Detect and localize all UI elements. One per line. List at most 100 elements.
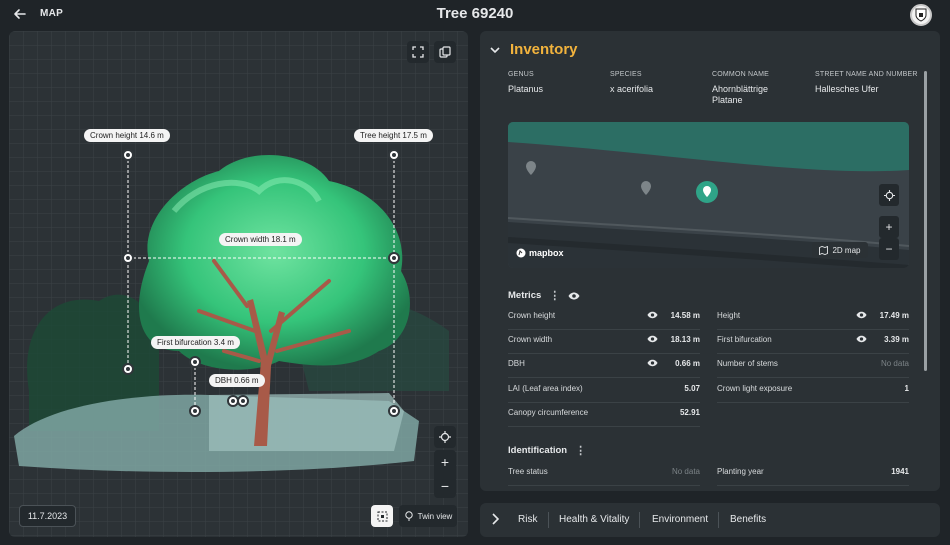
more-vertical-icon[interactable]: ⋮ xyxy=(549,289,560,302)
field-key: STREET NAME AND NUMBER xyxy=(815,71,918,78)
dbh-label[interactable]: DBH 0.66 m xyxy=(209,374,265,387)
zoom-out-button[interactable]: − xyxy=(434,474,456,498)
metric-row: Crown height 14.58 m xyxy=(508,308,700,330)
crosshair-icon xyxy=(883,189,895,201)
metric-label: Planting year xyxy=(717,467,764,476)
metrics-header: Metrics ⋮ xyxy=(508,289,580,302)
measure-point[interactable] xyxy=(122,149,134,161)
identification-title: Identification xyxy=(508,445,568,456)
top-bar: MAP Tree 69240 xyxy=(0,0,950,28)
recenter-button[interactable] xyxy=(434,426,456,448)
city-crest-logo xyxy=(910,4,932,26)
chevron-down-icon xyxy=(490,46,500,53)
metric-label: Crown light exposure xyxy=(717,383,793,393)
metric-value: 18.13 m xyxy=(670,335,700,345)
metric-label: Number of stems xyxy=(717,359,778,369)
field-value: x acerifolia xyxy=(610,84,654,94)
tab-divider xyxy=(718,512,719,528)
metric-row: LAI (Leaf area index) 5.07 xyxy=(508,381,700,403)
measure-point[interactable] xyxy=(189,405,201,417)
eye-icon[interactable] xyxy=(647,311,658,319)
copy-view-button[interactable] xyxy=(434,41,456,63)
tab-divider xyxy=(639,512,640,528)
metric-row: Crown width 18.13 m xyxy=(508,332,700,355)
metric-label: DBH xyxy=(508,359,525,369)
metric-row: DBH 0.66 m xyxy=(508,356,700,379)
selection-mode-button[interactable] xyxy=(371,505,393,527)
scrollbar[interactable] xyxy=(924,71,927,371)
field-value: Hallesches Ufer xyxy=(815,84,879,94)
eye-icon[interactable] xyxy=(647,335,658,343)
point-cloud-viewer[interactable]: Crown height 14.6 m Tree height 17.5 m C… xyxy=(9,31,468,537)
metric-value: 3.39 m xyxy=(884,335,909,345)
expand-icon xyxy=(412,46,424,58)
copy-icon xyxy=(439,46,451,58)
metric-label: Canopy circumference xyxy=(508,407,589,417)
species-field: SPECIES x acerifolia xyxy=(610,71,710,95)
mapbox-icon xyxy=(516,248,526,258)
first-bifurcation-label[interactable]: First bifurcation 3.4 m xyxy=(151,336,240,349)
tree-icon xyxy=(404,511,413,521)
scan-date-selector[interactable]: 11.7.2023 xyxy=(19,505,76,527)
field-key: COMMON NAME xyxy=(712,71,770,78)
eye-icon[interactable] xyxy=(856,311,867,319)
measure-point[interactable] xyxy=(388,405,400,417)
field-key: GENUS xyxy=(508,71,534,78)
measure-point[interactable] xyxy=(388,149,400,161)
chevron-right-icon[interactable] xyxy=(490,513,500,525)
metric-row: Number of stems No data xyxy=(717,356,909,379)
eye-icon[interactable] xyxy=(647,359,658,367)
metric-value: 14.58 m xyxy=(670,311,700,320)
metric-row: Crown light exposure 1 xyxy=(717,381,909,403)
metric-value: 1941 xyxy=(891,467,909,476)
tree-height-label[interactable]: Tree height 17.5 m xyxy=(354,129,433,142)
mapbox-logo: mapbox xyxy=(516,248,564,258)
metric-value: No data xyxy=(880,359,909,369)
field-key: SPECIES xyxy=(610,71,642,78)
metric-label: Tree status xyxy=(508,467,548,476)
metric-value: 5.07 xyxy=(684,383,700,393)
more-vertical-icon[interactable]: ⋮ xyxy=(575,444,586,457)
common-name-field: COMMON NAME Ahornblättrige Platane xyxy=(712,71,792,106)
metric-label: LAI (Leaf area index) xyxy=(508,383,583,393)
tab-environment[interactable]: Environment xyxy=(652,514,708,525)
select-icon xyxy=(377,511,387,521)
map-mode-button[interactable]: 2D map xyxy=(812,242,868,258)
metric-row: Planting year 1941 xyxy=(717,464,909,486)
twin-view-label: Twin view xyxy=(417,511,453,521)
mapbox-wordmark: mapbox xyxy=(529,248,564,258)
crown-height-label[interactable]: Crown height 14.6 m xyxy=(84,129,170,142)
tree-point-cloud xyxy=(14,154,449,473)
zoom-in-button[interactable]: + xyxy=(434,450,456,474)
measure-point[interactable] xyxy=(189,356,201,368)
eye-icon[interactable] xyxy=(856,335,867,343)
measure-point[interactable] xyxy=(122,363,134,375)
metric-value: 52.91 xyxy=(679,407,700,417)
page-title: Tree 69240 xyxy=(436,5,514,22)
eye-icon[interactable] xyxy=(568,292,580,300)
map-zoom-out-button[interactable]: − xyxy=(879,238,899,260)
metric-label: First bifurcation xyxy=(717,335,772,345)
metric-label: Crown width xyxy=(508,335,553,345)
metric-row: Canopy circumference 52.91 xyxy=(508,405,700,427)
measure-point[interactable] xyxy=(237,395,249,407)
crown-width-label[interactable]: Crown width 18.1 m xyxy=(219,233,302,246)
inventory-header[interactable]: Inventory xyxy=(490,41,578,58)
location-map[interactable]: + − 2D map mapbox xyxy=(508,122,909,268)
metric-row: First bifurcation 3.39 m xyxy=(717,332,909,355)
section-tabs: Risk Health & Vitality Environment Benef… xyxy=(480,503,940,537)
measure-point[interactable] xyxy=(388,252,400,264)
metric-value: 1 xyxy=(904,383,909,393)
twin-view-button[interactable]: Twin view xyxy=(399,505,457,527)
tab-benefits[interactable]: Benefits xyxy=(730,514,766,525)
tab-risk[interactable]: Risk xyxy=(518,514,537,525)
field-value: Platanus xyxy=(508,84,544,94)
map-zoom-in-button[interactable]: + xyxy=(879,216,899,238)
metric-label: Crown height xyxy=(508,311,556,320)
measure-point[interactable] xyxy=(122,252,134,264)
tab-health-vitality[interactable]: Health & Vitality xyxy=(559,514,629,525)
map-recenter-button[interactable] xyxy=(879,184,899,206)
metrics-title: Metrics xyxy=(508,290,542,301)
zoom-controls: + − xyxy=(434,450,456,498)
fullscreen-button[interactable] xyxy=(407,41,429,63)
